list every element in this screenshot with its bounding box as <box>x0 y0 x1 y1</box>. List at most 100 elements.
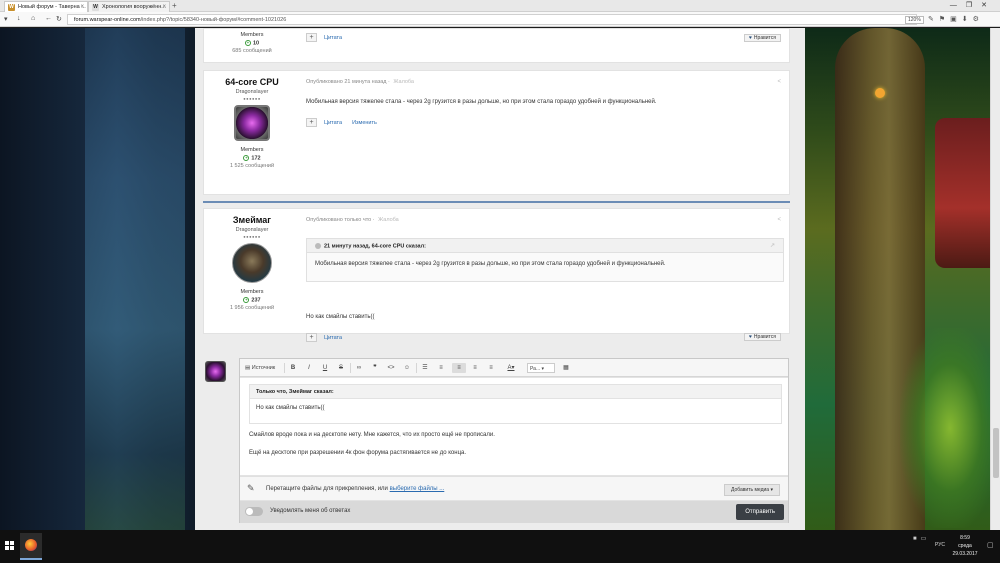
maximize-icon[interactable]: ❐ <box>966 2 981 9</box>
reputation-plus-icon: + <box>243 155 250 161</box>
report-link[interactable]: Жалоба <box>378 217 399 223</box>
align-center-icon[interactable]: ≡ <box>470 363 480 373</box>
lock-icon[interactable]: ⚑ <box>939 16 950 23</box>
current-user-avatar[interactable] <box>205 361 226 382</box>
settings-icon[interactable]: ⚙ <box>973 16 984 23</box>
tray-icons[interactable]: ■▭ <box>913 535 930 542</box>
forum-page: Members +10 685 сообщений + Цитата ♥ Нрави… <box>0 28 1000 530</box>
address-bar[interactable]: forum.warspear-online.com/index.php?/top… <box>67 14 917 25</box>
editor-line-2: Ещё на десктопе при разрешении 4к фон фо… <box>249 450 467 456</box>
network-icon[interactable]: ▭ <box>921 536 931 542</box>
numbered-list-icon[interactable]: ≡ <box>436 363 446 373</box>
tray-app-icon[interactable]: ■ <box>913 536 921 542</box>
like-button[interactable]: ♥ Нравится <box>743 333 781 341</box>
link-icon[interactable]: ∞ <box>354 363 364 373</box>
notifications-icon[interactable]: ▢ <box>987 541 994 549</box>
like-button[interactable]: ♥ Нравится <box>743 34 781 42</box>
add-media-button[interactable]: Добавить медиа ▾ <box>724 484 780 496</box>
font-select-value: Ра... <box>530 366 541 372</box>
submit-button[interactable]: Отправить <box>736 504 784 520</box>
quote-header[interactable]: 21 минуту назад, 64-core CPU сказал: ↗ <box>307 239 783 253</box>
editor-quote-body: Но как смайлы ставить(( <box>256 405 325 411</box>
browser-tab-bar: W Новый форум - Таверна ... × W Хронолог… <box>0 0 1000 12</box>
text-color-icon[interactable]: A▾ <box>504 363 518 373</box>
attachment-area[interactable]: ✎ Перетащите файлы для прикрепления, или… <box>240 476 788 500</box>
bookmark-icon[interactable]: ✎ <box>928 16 939 23</box>
strikethrough-button[interactable]: S <box>336 363 346 373</box>
author-group: Members <box>240 289 264 295</box>
close-icon[interactable]: × <box>162 4 166 10</box>
author-panel: Змеймаг Dragonslayer ●●●●●● Members +237… <box>204 209 300 311</box>
toolbar-separator <box>350 363 351 373</box>
align-right-icon[interactable]: ≡ <box>486 363 496 373</box>
wikipedia-icon: W <box>92 4 99 11</box>
tab-title: Новый форум - Таверна ... <box>18 4 86 10</box>
close-window-icon[interactable]: ✕ <box>981 2 996 9</box>
quote-link[interactable]: Цитата <box>324 120 342 126</box>
quote-toggle-icon[interactable] <box>315 243 321 249</box>
window-controls[interactable]: —❐✕ <box>950 1 996 9</box>
tab-chronology[interactable]: W Хронология вооружённ... × <box>88 1 170 12</box>
firefox-taskbar-button[interactable] <box>20 533 42 560</box>
home-icon[interactable]: ⌂ <box>31 15 35 22</box>
clock[interactable]: 8:59 среда 29.03.2017 <box>948 534 982 558</box>
menu-icon[interactable]: ▾ <box>4 15 8 23</box>
multiquote-button[interactable]: + <box>306 333 317 342</box>
quote-link-icon[interactable]: ↗ <box>770 242 775 249</box>
multiquote-button[interactable]: + <box>306 118 317 127</box>
page-scrollbar[interactable] <box>990 28 1000 530</box>
author-group: Members <box>240 32 264 38</box>
quote-block: 21 минуту назад, 64-core CPU сказал: ↗ Мо… <box>306 238 784 282</box>
quote-link[interactable]: Цитата <box>324 35 342 41</box>
post-actions: + Цитата <box>306 333 352 342</box>
code-icon[interactable]: <> <box>386 363 396 373</box>
emoji-icon[interactable]: ☺ <box>402 363 412 373</box>
minimize-icon[interactable]: — <box>950 2 966 9</box>
edit-link[interactable]: Изменить <box>352 120 377 126</box>
choose-files-link[interactable]: выберите файлы ... <box>390 486 445 492</box>
reputation: +237 <box>204 297 300 303</box>
windows-start-icon[interactable] <box>5 541 15 551</box>
content-column: Members +10 685 сообщений + Цитата ♥ Нрави… <box>195 28 805 530</box>
extension-icon[interactable]: ▣ <box>950 16 962 23</box>
paperclip-icon: ✎ <box>247 483 255 493</box>
author-name[interactable]: Змеймаг <box>204 215 300 225</box>
preview-icon[interactable]: ▦ <box>561 363 571 373</box>
download-manager-icon[interactable]: ⬇ <box>962 16 973 23</box>
italic-button[interactable]: I <box>304 363 314 373</box>
zoom-level[interactable]: 120% <box>905 16 924 24</box>
author-name[interactable]: 64-core CPU <box>204 77 300 87</box>
source-label: Источник <box>251 365 276 371</box>
bold-button[interactable]: B <box>288 363 298 373</box>
quote-link[interactable]: Цитата <box>324 335 342 341</box>
new-tab-button[interactable]: + <box>172 1 177 10</box>
author-group: Members <box>240 147 264 153</box>
align-left-icon[interactable]: ≡ <box>452 363 466 373</box>
firefox-icon <box>25 539 37 551</box>
post-date[interactable]: Опубликовано 21 минута назад <box>306 79 386 85</box>
share-icon[interactable]: < <box>777 79 781 85</box>
underline-button[interactable]: U <box>320 363 330 373</box>
tab-forum[interactable]: W Новый форум - Таверна ... × <box>4 1 88 12</box>
avatar[interactable] <box>232 243 272 283</box>
share-icon[interactable]: < <box>777 217 781 223</box>
language-indicator[interactable]: РУС <box>935 542 945 548</box>
back-icon[interactable]: ← <box>45 15 52 22</box>
close-icon[interactable]: × <box>80 4 84 10</box>
editor-textarea[interactable]: Только что, Змеймаг сказал: Но как смайл… <box>240 378 788 475</box>
quote-icon[interactable]: ❞ <box>370 363 380 373</box>
source-button[interactable]: ▤ Источник <box>245 363 280 373</box>
report-link[interactable]: Жалоба <box>393 79 414 85</box>
post-date[interactable]: Опубликовано только что <box>306 217 371 223</box>
font-size-select[interactable]: Ра... ▾ <box>527 363 555 373</box>
bullet-list-icon[interactable]: ☰ <box>420 363 430 373</box>
avatar[interactable] <box>234 105 270 141</box>
author-rank: Dragonslayer <box>235 227 269 233</box>
reload-icon[interactable]: ↻ <box>56 15 62 23</box>
post-count: 1 525 сообщений <box>229 163 275 170</box>
multiquote-button[interactable]: + <box>306 33 317 42</box>
scrollbar-thumb[interactable] <box>993 428 999 478</box>
toolbar-icons[interactable]: ✎⚑▣⬇⚙ <box>928 15 984 23</box>
download-icon[interactable]: ↓ <box>17 15 21 22</box>
notify-toggle[interactable] <box>245 507 263 516</box>
